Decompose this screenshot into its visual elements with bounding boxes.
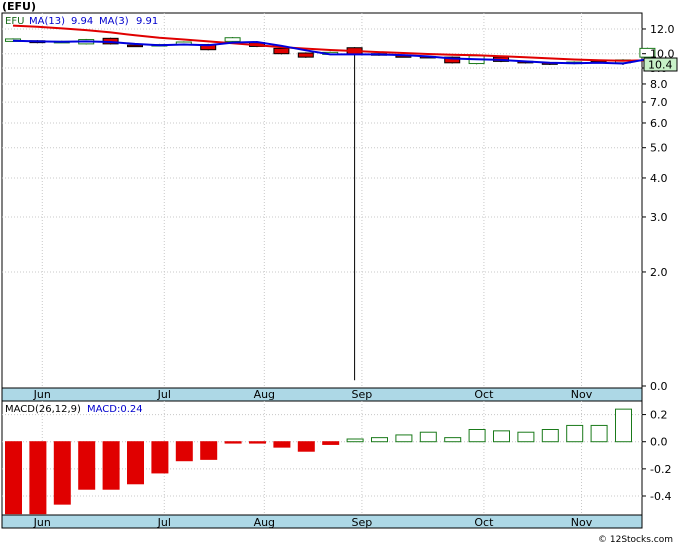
macd-y-ticks: 0.2 0.0 -0.2 -0.4	[642, 409, 671, 503]
macd-bar	[444, 437, 462, 443]
macd-bar	[53, 441, 71, 505]
macd-x-tick-label: Oct	[474, 516, 494, 529]
macd-bar	[322, 441, 340, 445]
price-x-tick-label: Sep	[352, 388, 373, 401]
footer-credit: © 12Stocks.com	[598, 535, 673, 545]
macd-x-tick-label: Jul	[157, 516, 171, 529]
candle-body	[127, 44, 143, 48]
price-x-axis-band	[1, 387, 643, 402]
macd-bar	[151, 441, 169, 474]
candle-body	[297, 52, 314, 58]
ticker-title: (EFU)	[2, 0, 36, 13]
macd-bar	[297, 441, 315, 452]
candle-body	[224, 37, 241, 42]
price-y-tick-label: 3.0	[650, 211, 668, 224]
macd-bar	[395, 434, 413, 443]
price-y-tick-label: 4.0	[650, 172, 668, 185]
price-y-tick-label: 2.0	[650, 266, 668, 279]
price-y-tick-label: 6.0	[650, 117, 668, 130]
macd-bar	[273, 441, 291, 448]
macd-bar	[541, 429, 559, 443]
macd-x-axis-band	[1, 514, 643, 529]
price-y-tick-label: 0.0	[650, 380, 668, 393]
macd-x-tick-label: Nov	[571, 516, 593, 529]
macd-bar	[615, 408, 632, 443]
macd-y-tick-label: 0.2	[650, 409, 668, 422]
macd-bar	[102, 441, 120, 490]
price-x-tick-label: Nov	[571, 388, 593, 401]
macd-bar	[200, 441, 218, 460]
macd-bar	[371, 437, 388, 443]
macd-bar	[249, 441, 266, 444]
macd-x-tick-label: Sep	[352, 516, 373, 529]
macd-legend: MACD(26,12,9) MACD:0.24	[5, 404, 143, 415]
price-y-tick-label: 5.0	[650, 142, 668, 155]
macd-bar	[5, 441, 22, 515]
macd-bar	[224, 441, 242, 444]
macd-x-tick-label: Aug	[254, 516, 275, 529]
macd-bar	[29, 441, 47, 515]
macd-bar	[590, 424, 608, 443]
macd-bar	[419, 431, 437, 443]
price-panel: Jun Jul Aug Sep Oct Nov 0.0 2.0 3.0 4.0 5.0 6.0 7.0…	[1, 12, 678, 402]
last-price-label: 10.4	[648, 59, 673, 72]
macd-panel: Jun Jul Aug Sep Oct Nov 0.2 0.0 -0.2 -0.4 MACD(2…	[1, 400, 671, 529]
macd-bar	[468, 429, 486, 443]
legend-ma13-label: MA(13)	[29, 16, 65, 27]
price-x-tick-label: Jun	[33, 388, 51, 401]
legend-symbol: EFU	[5, 16, 24, 27]
stock-chart: Jun Jul Aug Sep Oct Nov 0.0 2.0 3.0 4.0 5.0 6.0 7.0…	[1, 0, 678, 545]
macd-y-tick-label: -0.4	[650, 490, 671, 503]
macd-value-label: MACD:0.24	[87, 404, 143, 415]
macd-bar	[346, 438, 364, 443]
price-x-tick-label: Oct	[474, 388, 494, 401]
macd-x-tick-label: Jun	[33, 516, 51, 529]
price-y-tick-label: 8.0	[650, 78, 668, 91]
macd-bar	[175, 441, 193, 462]
price-y-tick-label: 12.0	[650, 23, 675, 36]
price-x-tick-label: Aug	[254, 388, 275, 401]
last-price-box: 10.4	[643, 57, 678, 72]
macd-bar	[566, 424, 584, 443]
macd-y-tick-label: -0.2	[650, 463, 671, 476]
macd-y-tick-label: 0.0	[650, 436, 668, 449]
candle-body	[273, 47, 290, 55]
price-plot-area	[1, 12, 643, 389]
macd-bar	[517, 431, 535, 443]
macd-params-label: MACD(26,12,9)	[5, 404, 81, 415]
macd-plot-area	[1, 400, 643, 516]
legend-ma3-value: 9.91	[136, 16, 158, 27]
price-y-tick-label: 7.0	[650, 96, 668, 109]
legend-ma3-label: MA(3)	[99, 16, 129, 27]
macd-bar	[78, 441, 96, 490]
legend-ma13-value: 9.94	[71, 16, 93, 27]
macd-bar	[127, 441, 144, 485]
price-x-tick-label: Jul	[157, 388, 171, 401]
macd-bar	[493, 430, 510, 443]
price-y-ticks: 0.02.03.04.05.06.07.08.09.010.012.0	[642, 23, 675, 393]
